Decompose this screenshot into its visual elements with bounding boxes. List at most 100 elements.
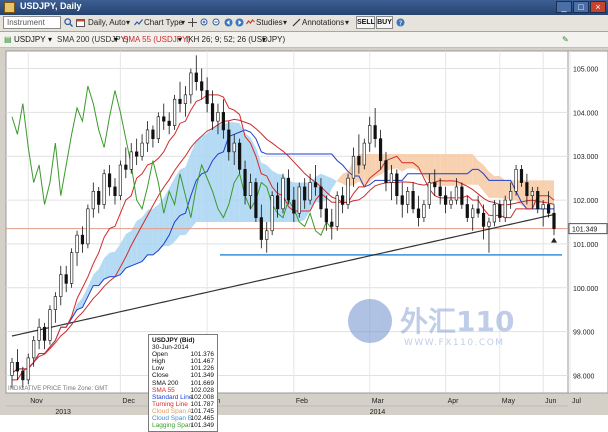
- info-row-value: 102.028: [190, 386, 215, 394]
- candle-body: [492, 204, 496, 223]
- candle-body: [368, 125, 372, 144]
- calendar-icon[interactable]: [76, 18, 85, 27]
- close-button[interactable]: ×: [590, 1, 606, 13]
- y-tick-label: 102.000: [573, 198, 598, 205]
- candle-body: [270, 195, 274, 232]
- zoom-out-icon[interactable]: [212, 18, 221, 27]
- chevron-down-icon[interactable]: ▾: [126, 17, 130, 29]
- candle-body: [42, 326, 47, 341]
- instrument-input[interactable]: Instrument: [3, 16, 61, 29]
- search-icon[interactable]: [64, 18, 73, 27]
- candle-body: [341, 195, 345, 205]
- price-chart[interactable]: 98.000 99.000 100.000 101.000 102.000 103.000…: [0, 47, 608, 415]
- chart-type-button[interactable]: Chart Type: [144, 17, 183, 29]
- info-title: USDJPY (Bid): [152, 337, 195, 344]
- buy-button[interactable]: BUY: [376, 16, 393, 29]
- info-row-label: SMA 55: [152, 386, 175, 394]
- candle-body: [205, 90, 209, 104]
- candle-body: [449, 199, 453, 205]
- cloud-segment: [548, 180, 554, 205]
- chart-area[interactable]: 98.000 99.000 100.000 101.000 102.000 103.000…: [0, 47, 608, 432]
- annotations-button[interactable]: Annotations: [302, 17, 344, 29]
- chevron-down-icon[interactable]: ▾: [48, 34, 52, 45]
- candle-body: [70, 252, 74, 284]
- scroll-left-icon[interactable]: [224, 18, 233, 27]
- info-rows: Open 101.376 High 101.467 Low 101.226 Close 101…: [152, 351, 214, 429]
- candle-body: [552, 212, 556, 229]
- indicator-ikh[interactable]: IKH 26; 9; 52; 26 (USDJPY): [186, 34, 285, 45]
- info-row: Low 101.226: [152, 365, 214, 372]
- candle-body: [514, 169, 518, 192]
- info-panel: USDJPY (Bid) 30-Jun-2014 Open 101.376 High…: [148, 334, 218, 432]
- candle-body: [124, 164, 128, 170]
- candle-body: [216, 112, 220, 122]
- candle-body: [433, 182, 437, 188]
- studies-button[interactable]: Studies: [256, 17, 283, 29]
- crosshair-icon[interactable]: [188, 18, 197, 27]
- candle-body: [15, 362, 20, 372]
- candle-body: [275, 195, 280, 210]
- candle-body: [80, 234, 85, 245]
- zoom-in-icon[interactable]: [200, 18, 209, 27]
- cloud-segment: [169, 178, 175, 247]
- x-month-label: May: [502, 398, 516, 405]
- candle-body: [541, 204, 545, 210]
- draw-tool-icon[interactable]: ✎: [562, 34, 569, 45]
- maximize-button[interactable]: □: [573, 1, 589, 13]
- info-row-label: Cloud Span A: [152, 407, 192, 415]
- info-date: 30-Jun-2014: [152, 344, 189, 352]
- candle-body: [330, 221, 334, 227]
- cloud-segment: [413, 154, 419, 171]
- y-tick-label: 100.000: [573, 286, 598, 293]
- info-row: SMA 200 101.669: [152, 380, 214, 387]
- chevron-down-icon[interactable]: ▾: [345, 17, 349, 29]
- info-row-label: Cloud Span B: [152, 415, 193, 423]
- help-icon[interactable]: ?: [396, 18, 405, 27]
- x-month-label: Apr: [448, 398, 460, 405]
- candle-body: [346, 177, 350, 205]
- candle-body: [487, 221, 491, 227]
- chevron-down-icon[interactable]: ▾: [114, 34, 118, 45]
- candle-body: [378, 138, 383, 161]
- candle-body: [546, 204, 551, 214]
- candle-body: [373, 125, 377, 139]
- candle-body: [194, 72, 198, 82]
- candle-body: [259, 217, 263, 240]
- cloud-segment: [152, 204, 159, 255]
- interval-selector[interactable]: Daily, Auto: [88, 17, 126, 29]
- info-row-label: Open: [152, 351, 168, 359]
- candle-body: [389, 173, 394, 183]
- scroll-right-icon[interactable]: [235, 18, 244, 27]
- candle-body: [438, 186, 442, 196]
- chevron-down-icon[interactable]: ▾: [181, 17, 185, 29]
- info-row: SMA 55 102.028: [152, 387, 214, 394]
- info-row-label: Close: [152, 372, 169, 380]
- chart-type-icon[interactable]: [134, 18, 143, 27]
- candle-body: [102, 173, 106, 205]
- chart-settings-icon[interactable]: ▤: [4, 34, 12, 45]
- watermark: 外汇110WWW.FX110.COM: [348, 299, 514, 348]
- info-row-value: 101.745: [190, 407, 215, 415]
- info-row: Cloud Span B 102.465: [152, 415, 214, 422]
- cloud-segment: [207, 127, 213, 222]
- candle-body: [135, 151, 139, 157]
- annotations-icon[interactable]: [292, 18, 301, 27]
- candle-body: [162, 116, 166, 122]
- cloud-segment: [185, 152, 191, 236]
- indicator-symbol[interactable]: USDJPY: [14, 34, 46, 45]
- window-title: USDJPY, Daily: [20, 1, 82, 11]
- info-row-label: Turning Line: [152, 400, 188, 408]
- y-tick-label: 103.000: [573, 154, 598, 161]
- minimize-button[interactable]: _: [556, 1, 572, 13]
- candle-body: [265, 230, 269, 240]
- candle-body: [86, 208, 90, 245]
- candle-body: [465, 204, 469, 218]
- info-row-value: 101.669: [190, 379, 215, 387]
- chevron-down-icon[interactable]: ▾: [178, 34, 182, 45]
- chevron-down-icon[interactable]: ▾: [283, 17, 287, 29]
- studies-icon[interactable]: [246, 18, 255, 27]
- candle-body: [536, 191, 540, 210]
- candle-body: [178, 98, 182, 104]
- chevron-down-icon[interactable]: ▾: [262, 34, 266, 45]
- sell-button[interactable]: SELL: [356, 16, 375, 29]
